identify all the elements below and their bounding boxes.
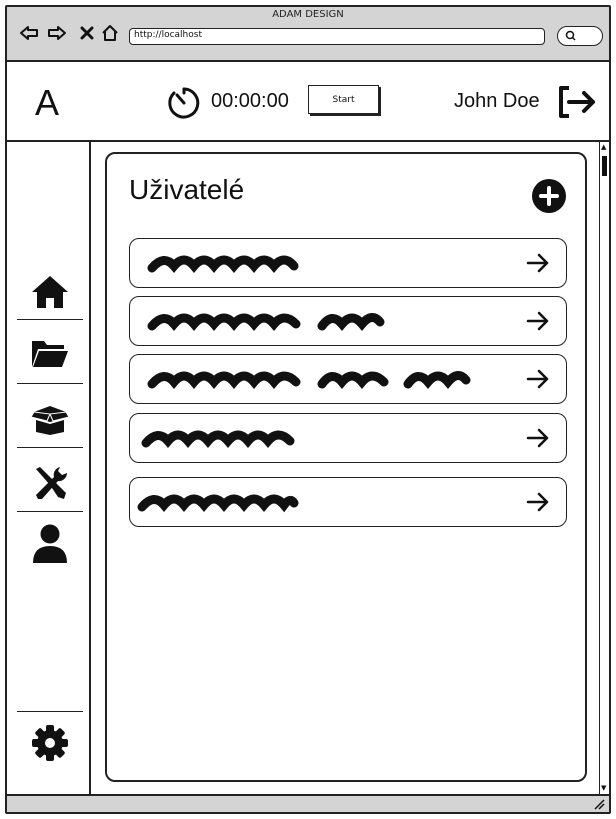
browser-window: ADAM DESIGN http://localhost A 00:00:00 (5, 5, 611, 814)
user-icon (33, 524, 67, 563)
main-content: Uživatelé (93, 142, 589, 794)
redacted-text (137, 494, 299, 513)
users-panel: Uživatelé (105, 152, 587, 782)
arrow-right-icon (526, 369, 549, 389)
add-user-button[interactable] (531, 178, 567, 214)
plus-circle-icon (532, 179, 566, 213)
scroll-thumb[interactable] (602, 156, 607, 176)
url-bar[interactable]: http://localhost (129, 28, 545, 45)
sidebar-divider (17, 319, 83, 320)
redacted-text (141, 430, 295, 449)
redacted-text (147, 313, 385, 332)
page-title: Uživatelé (129, 174, 245, 205)
arrow-right-icon (526, 428, 549, 448)
sidebar-divider (17, 511, 83, 512)
window-title: ADAM DESIGN (272, 9, 344, 20)
status-bar (7, 794, 609, 812)
list-item[interactable] (129, 477, 567, 527)
tools-icon (36, 467, 68, 499)
sidebar-item-box[interactable] (17, 389, 83, 449)
redacted-text (147, 371, 471, 390)
arrow-right-icon (526, 492, 549, 512)
sidebar-item-user[interactable] (17, 514, 83, 574)
sidebar-divider (17, 447, 83, 448)
list-item[interactable] (129, 296, 567, 346)
box-icon (30, 406, 70, 435)
sidebar-item-settings[interactable] (17, 713, 83, 773)
search-button[interactable] (557, 26, 603, 46)
sidebar-divider (17, 383, 83, 384)
scroll-down-icon[interactable]: ▼ (601, 785, 606, 792)
stop-icon[interactable] (77, 23, 97, 43)
arrow-right-icon (526, 253, 549, 273)
sidebar-divider (17, 711, 83, 712)
app-logo[interactable]: A (35, 82, 59, 124)
vertical-scrollbar[interactable]: ▲ ▼ (599, 142, 609, 794)
scroll-up-icon[interactable]: ▲ (601, 144, 606, 151)
sidebar-item-tools[interactable] (17, 453, 83, 513)
list-item[interactable] (129, 354, 567, 404)
stopwatch-icon (164, 83, 204, 127)
arrow-right-icon (526, 311, 549, 331)
home-page-icon[interactable] (100, 23, 120, 43)
list-item[interactable] (129, 413, 567, 463)
back-arrow-icon[interactable] (19, 23, 39, 43)
folder-icon (32, 341, 68, 367)
resize-grip-icon[interactable] (593, 798, 605, 810)
sidebar-item-folder[interactable] (17, 324, 83, 384)
user-name: John Doe (454, 90, 540, 112)
sidebar (7, 142, 91, 794)
logout-icon[interactable] (555, 84, 599, 124)
gear-icon (32, 725, 68, 761)
start-button[interactable]: Start (308, 85, 379, 114)
list-item[interactable] (129, 238, 567, 288)
sidebar-item-home[interactable] (17, 262, 83, 322)
home-icon (32, 276, 68, 308)
timer-display: 00:00:00 (211, 90, 289, 112)
redacted-text (147, 255, 299, 274)
forward-arrow-icon[interactable] (47, 23, 67, 43)
browser-chrome: ADAM DESIGN http://localhost (7, 7, 609, 62)
app-header: A 00:00:00 Start John Doe (7, 62, 609, 142)
